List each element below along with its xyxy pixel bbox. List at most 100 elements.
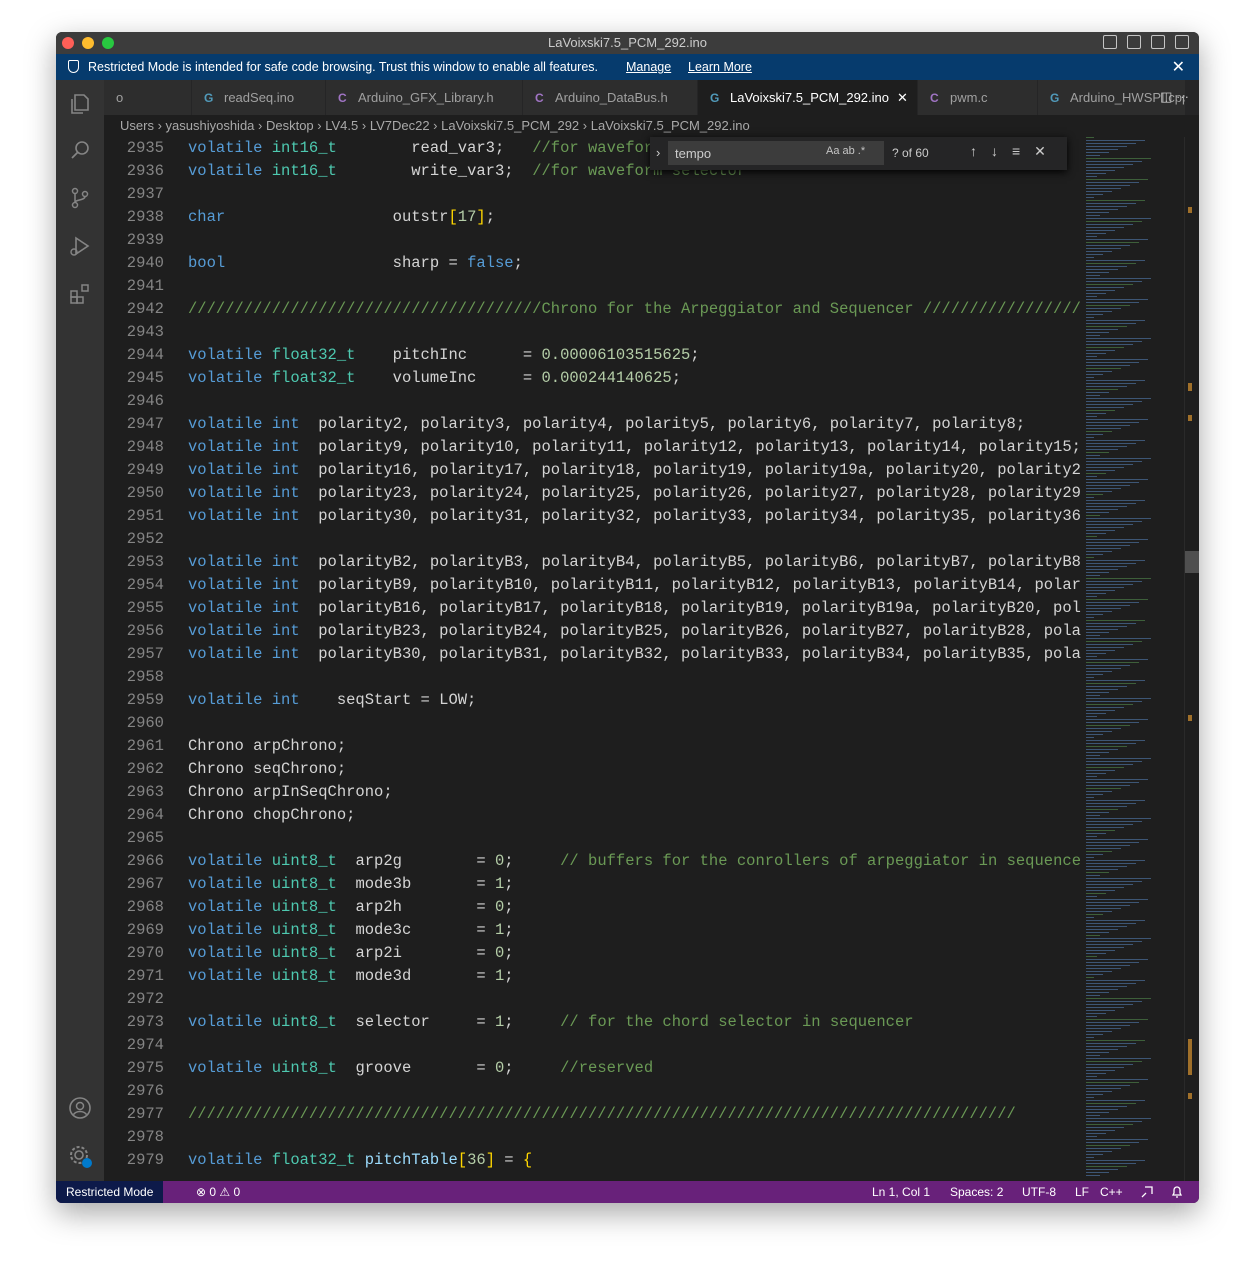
code-line[interactable]: volatile uint8_t mode3c = 1; [188, 919, 1122, 942]
code-line[interactable] [188, 1126, 1122, 1149]
problems-indicator[interactable]: ⊗ 0 ⚠ 0 [196, 1181, 240, 1203]
close-banner-icon[interactable]: ✕ [1172, 57, 1185, 77]
end-of-line[interactable]: LF [1075, 1181, 1089, 1203]
toggle-secondary-sidebar-icon[interactable] [1151, 35, 1165, 49]
code-line[interactable] [188, 528, 1122, 551]
code-line[interactable]: bool sharp = false; [188, 252, 1122, 275]
code-line[interactable] [188, 229, 1122, 252]
code-token: volatile [188, 576, 272, 594]
scrollbar-thumb[interactable] [1185, 551, 1199, 573]
source-control-icon[interactable] [68, 186, 92, 210]
encoding[interactable]: UTF-8 [1022, 1181, 1056, 1203]
tab-arduino-databus[interactable]: C Arduino_DataBus.h [523, 80, 698, 115]
code-line[interactable] [188, 712, 1122, 735]
close-tab-icon[interactable]: ✕ [897, 90, 908, 105]
language-mode[interactable]: C++ [1100, 1181, 1123, 1203]
code-line[interactable] [188, 183, 1122, 206]
code-line[interactable]: volatile uint8_t mode3d = 1; [188, 965, 1122, 988]
code-line[interactable] [188, 666, 1122, 689]
code-line[interactable]: volatile uint8_t arp2i = 0; [188, 942, 1122, 965]
code-line[interactable]: volatile int polarity30, polarity31, pol… [188, 505, 1122, 528]
code-area[interactable]: volatile int16_t read_var3; //for wavefo… [188, 137, 1122, 1172]
run-debug-icon[interactable] [68, 234, 92, 258]
breadcrumb-item[interactable]: LaVoixski7.5_PCM_292 [441, 118, 579, 133]
code-token: outstr [225, 208, 449, 226]
minimap-line [1086, 389, 1118, 390]
code-line[interactable]: //////////////////////////////////////Ch… [188, 298, 1122, 321]
tab-readseq[interactable]: GreadSeq.ino [192, 80, 326, 115]
code-token: int16_t [271, 139, 337, 157]
code-line[interactable] [188, 275, 1122, 298]
code-line[interactable]: char outstr[17]; [188, 206, 1122, 229]
minimap-line [1086, 584, 1133, 585]
code-line[interactable] [188, 988, 1122, 1011]
breadcrumb-item[interactable]: LaVoixski7.5_PCM_292.ino [591, 118, 750, 133]
code-token: write_var3; [336, 162, 533, 180]
code-line[interactable]: volatile int polarityB16, polarityB17, p… [188, 597, 1122, 620]
code-line[interactable]: volatile int polarity23, polarity24, pol… [188, 482, 1122, 505]
cursor-position[interactable]: Ln 1, Col 1 [872, 1181, 930, 1203]
code-line[interactable]: Chrono seqChrono; [188, 758, 1122, 781]
toggle-sidebar-icon[interactable] [1103, 35, 1117, 49]
notifications-bell-icon[interactable] [1170, 1185, 1184, 1199]
code-line[interactable]: volatile int polarityB23, polarityB24, p… [188, 620, 1122, 643]
account-icon[interactable] [68, 1096, 92, 1120]
code-line[interactable] [188, 827, 1122, 850]
feedback-icon[interactable] [1140, 1185, 1154, 1199]
breadcrumb-item[interactable]: Users [120, 118, 154, 133]
code-line[interactable]: volatile uint8_t mode3b = 1; [188, 873, 1122, 896]
restricted-mode-indicator[interactable]: Restricted Mode [56, 1181, 164, 1203]
code-line[interactable]: volatile int polarityB2, polarityB3, pol… [188, 551, 1122, 574]
code-line[interactable] [188, 1034, 1122, 1057]
code-line[interactable]: volatile int polarity2, polarity3, polar… [188, 413, 1122, 436]
code-line[interactable]: volatile int polarityB30, polarityB31, p… [188, 643, 1122, 666]
code-line[interactable]: volatile uint8_t selector = 1; // for th… [188, 1011, 1122, 1034]
code-line[interactable]: volatile float32_t pitchInc = 0.00006103… [188, 344, 1122, 367]
minimap-line [1086, 455, 1100, 456]
code-token: 0.00006103515625 [541, 346, 691, 364]
code-line[interactable] [188, 1080, 1122, 1103]
toggle-replace-icon[interactable]: › [656, 145, 660, 160]
code-line[interactable]: Chrono arpChrono; [188, 735, 1122, 758]
code-line[interactable]: volatile float32_t pitchTable[36] = { [188, 1149, 1122, 1172]
code-line[interactable] [188, 390, 1122, 413]
code-line[interactable]: volatile int polarity16, polarity17, pol… [188, 459, 1122, 482]
learn-more-link[interactable]: Learn More [688, 60, 752, 74]
tab-arduino-gfx-library[interactable]: C Arduino_GFX_Library.h [326, 80, 523, 115]
tab-lavoixski-active[interactable]: G LaVoixski7.5_PCM_292.ino ✕ [698, 80, 918, 115]
code-line[interactable]: ////////////////////////////////////////… [188, 1103, 1122, 1126]
breadcrumb-item[interactable]: yasushiyoshida [166, 118, 255, 133]
code-line[interactable]: Chrono arpInSeqChrono; [188, 781, 1122, 804]
customize-layout-icon[interactable] [1175, 35, 1189, 49]
code-line[interactable]: volatile int polarity9, polarity10, pola… [188, 436, 1122, 459]
find-nav-buttons[interactable]: ↑↓≡✕ [970, 143, 1060, 160]
extensions-icon[interactable] [68, 282, 92, 306]
code-line[interactable]: Chrono chopChrono; [188, 804, 1122, 827]
manage-link[interactable]: Manage [626, 60, 671, 74]
breadcrumb-item[interactable]: LV7Dec22 [370, 118, 430, 133]
minimap-line [1086, 152, 1109, 153]
settings-gear-icon[interactable] [68, 1144, 92, 1168]
breadcrumb-item[interactable]: Desktop [266, 118, 314, 133]
code-line[interactable] [188, 321, 1122, 344]
minimap[interactable] [1082, 137, 1187, 1181]
code-line[interactable]: volatile uint8_t arp2g = 0; // buffers f… [188, 850, 1122, 873]
code-line[interactable]: volatile uint8_t arp2h = 0; [188, 896, 1122, 919]
code-line[interactable]: volatile float32_t volumeInc = 0.0002441… [188, 367, 1122, 390]
toggle-panel-icon[interactable] [1127, 35, 1141, 49]
code-line[interactable]: volatile int seqStart = LOW; [188, 689, 1122, 712]
code-line[interactable]: volatile int polarityB9, polarityB10, po… [188, 574, 1122, 597]
code-editor[interactable]: 2935 2936 2937 2938 2939 2940 2941 2942 2943 2944… [104, 137, 1122, 1181]
explorer-icon[interactable] [68, 92, 92, 116]
indentation[interactable]: Spaces: 2 [950, 1181, 1003, 1203]
breadcrumb-item[interactable]: LV4.5 [325, 118, 358, 133]
split-editor-and-more-actions[interactable]: ◫ ··· [1160, 89, 1189, 105]
tab-overflow[interactable]: o [104, 80, 192, 115]
minimap-line [1086, 878, 1151, 879]
tab-pwm[interactable]: Cpwm.c [918, 80, 1038, 115]
code-line[interactable]: volatile uint8_t groove = 0; //reserved [188, 1057, 1122, 1080]
search-icon[interactable] [68, 138, 92, 162]
vertical-scrollbar[interactable] [1184, 137, 1199, 1181]
find-options-icons[interactable]: Aa ab .* [826, 145, 865, 157]
minimap-line [1086, 746, 1127, 747]
